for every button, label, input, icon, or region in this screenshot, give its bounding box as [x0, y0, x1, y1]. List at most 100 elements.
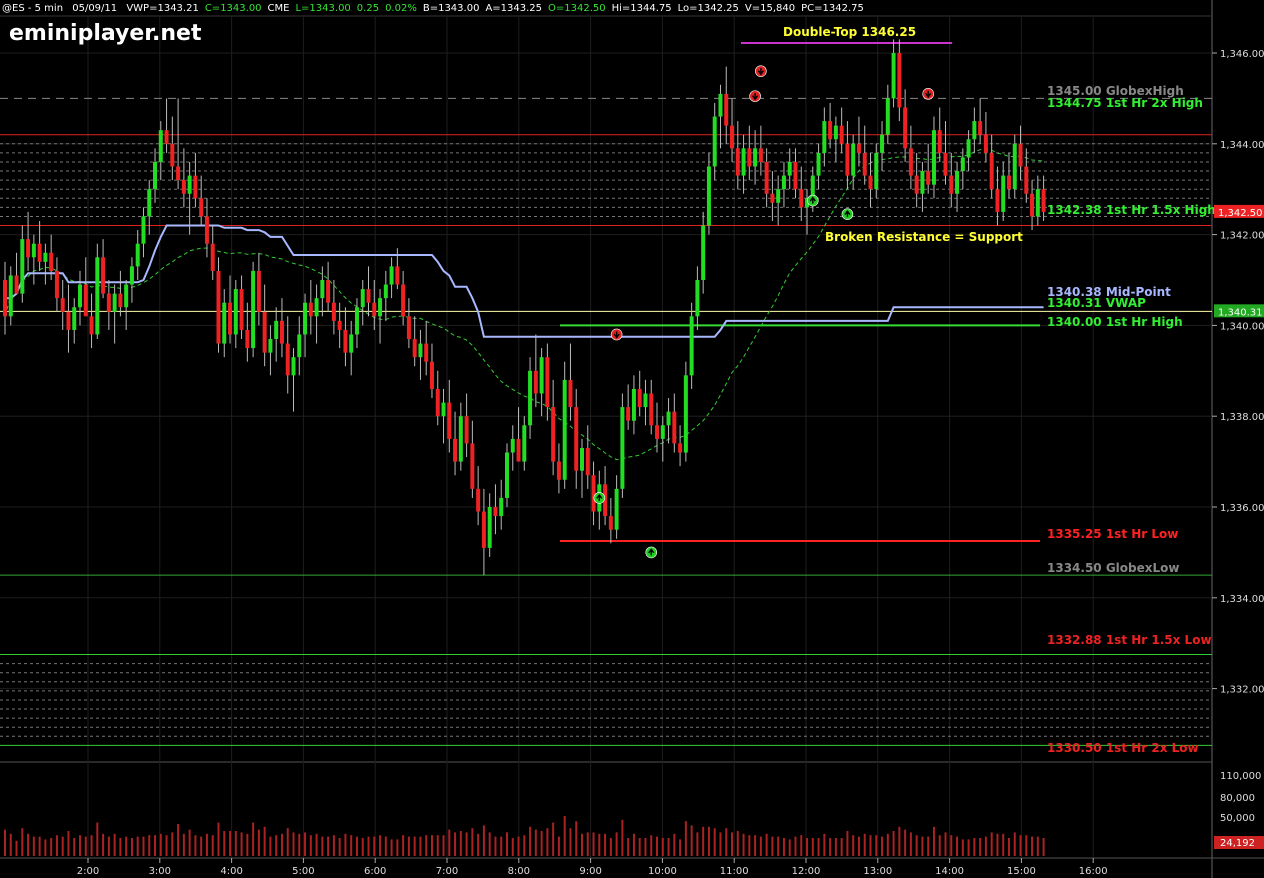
candle [683, 361, 688, 462]
candle [504, 443, 509, 507]
level-label: 1335.25 1st Hr Low [1047, 527, 1178, 541]
volume-bar [523, 835, 526, 856]
volume-bar [852, 835, 855, 856]
time-tick-label: 6:00 [364, 866, 386, 877]
volume-bar [494, 836, 497, 856]
candle [95, 243, 100, 340]
volume-bar [840, 838, 843, 856]
volume-bar [79, 835, 82, 856]
volume-bar [800, 835, 803, 856]
volume-bar [944, 832, 947, 856]
volume-bar [569, 828, 572, 856]
volume-bar [529, 826, 532, 856]
volume-bar [32, 836, 35, 856]
volume-bar [465, 832, 468, 856]
volume-bar [834, 838, 837, 856]
volume-bar [967, 839, 970, 856]
volume-bar [777, 836, 780, 856]
time-tick-label: 4:00 [220, 866, 242, 877]
volume-bar [667, 838, 670, 856]
volume-bar [979, 838, 982, 856]
volume-bar [292, 832, 295, 856]
volume-bar [90, 835, 93, 856]
sell-arrow-icon [610, 328, 623, 341]
sell-arrow-icon [922, 88, 935, 100]
volume-bar [632, 833, 635, 856]
volume-bar [119, 838, 122, 856]
volume-bar [177, 824, 180, 856]
header-symbol: @ES - 5 min [2, 3, 63, 14]
volume-bar [350, 835, 353, 856]
header-stat-9: Hi=1344.75 [612, 3, 672, 14]
volume-bar [650, 835, 653, 856]
volume-bar [338, 838, 341, 856]
price-tick-label: 1,338.00 [1220, 412, 1264, 423]
volume-bar [898, 826, 901, 856]
volume-bar [73, 838, 76, 856]
volume-bar [379, 835, 382, 856]
header-stat-6: B=1343.00 [423, 3, 480, 14]
volume-bar [806, 838, 809, 856]
volume-tick-label: 110,000 [1220, 771, 1261, 782]
volume-bar [459, 831, 462, 856]
price-tick-label: 1,342.00 [1220, 231, 1264, 242]
volume-bar [275, 835, 278, 856]
volume-bar [765, 833, 768, 856]
volume-bar [621, 819, 624, 856]
volume-bar [488, 832, 491, 856]
header-stat-10: Lo=1342.25 [678, 3, 739, 14]
volume-bar [575, 821, 578, 856]
volume-bar [731, 832, 734, 856]
volume-bar [361, 838, 364, 856]
time-tick-label: 16:00 [1079, 866, 1108, 877]
volume-bar [673, 833, 676, 856]
price-tick-label: 1,334.00 [1220, 594, 1264, 605]
volume-bar [425, 835, 428, 856]
level-label: 1344.75 1st Hr 2x High [1047, 96, 1203, 110]
buy-arrow-icon [806, 194, 819, 207]
volume-bar [482, 825, 485, 856]
volume-bar [540, 831, 543, 856]
volume-bar [702, 826, 705, 856]
volume-bar [263, 826, 266, 856]
volume-bar [627, 838, 630, 856]
header-stat-3: L=1343.00 [295, 3, 350, 14]
volume-bar [355, 836, 358, 856]
volume-bar [707, 826, 710, 856]
volume-tick-label: 50,000 [1220, 813, 1255, 824]
volume-bar [205, 833, 208, 856]
volume-bar [327, 836, 330, 856]
header-stat-12: PC=1342.75 [801, 3, 864, 14]
volume-bar [102, 833, 105, 856]
volume-bar [229, 831, 232, 856]
volume-bar [367, 836, 370, 856]
volume-bar [534, 829, 537, 856]
time-tick-label: 2:00 [77, 866, 99, 877]
volume-bar [881, 836, 884, 856]
volume-bar [130, 838, 133, 856]
header-stats: @ES - 5 min 05/09/11 VWP=1343.21 C=1343.0… [2, 3, 864, 14]
volume-bar [188, 829, 191, 856]
volume-bar [321, 836, 324, 856]
volume-bar [332, 835, 335, 856]
volume-bar [742, 833, 745, 856]
volume-bar [442, 835, 445, 856]
candle [251, 261, 256, 358]
header-stat-8: O=1342.50 [548, 3, 606, 14]
volume-bar [9, 833, 12, 856]
volume-bar [754, 835, 757, 856]
volume-bar [592, 832, 595, 856]
sell-arrow-icon [755, 65, 767, 77]
volume-bar [857, 836, 860, 856]
volume-bar [505, 832, 508, 856]
volume-bar [113, 833, 116, 856]
volume-bar [430, 835, 433, 856]
buy-arrow-icon [593, 492, 606, 504]
volume-bar [990, 832, 993, 856]
volume-bar [996, 833, 999, 856]
volume-bar [419, 836, 422, 856]
price-tick-label: 1,340.00 [1220, 321, 1264, 332]
price-chart[interactable]: 1345.00 GlobexHigh1344.75 1st Hr 2x High… [0, 0, 1264, 878]
time-tick-label: 15:00 [1007, 866, 1036, 877]
buy-arrow-icon [841, 208, 854, 220]
